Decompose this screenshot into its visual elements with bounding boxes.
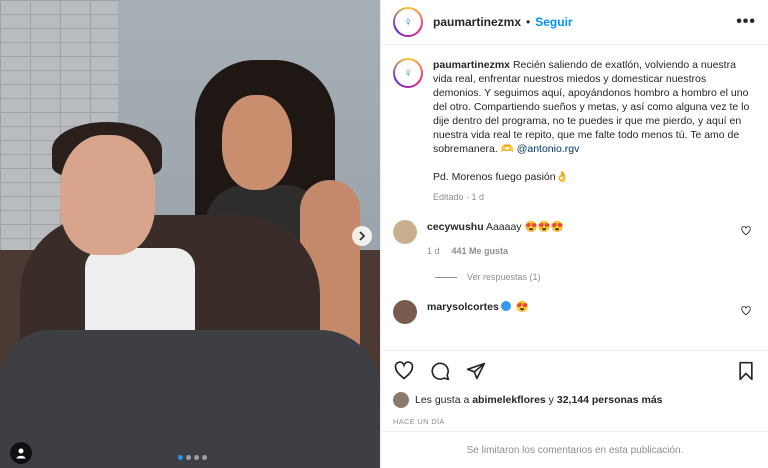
caption-ps: Pd. Morenos fuego pasión👌 [433,171,569,183]
carousel-dot [186,455,191,460]
share-icon[interactable] [465,360,487,382]
chevron-right-icon[interactable] [352,226,372,246]
follow-button[interactable]: Seguir [535,15,572,29]
view-replies-label[interactable]: Ver respuestas (1) [467,272,541,282]
post-actions [381,350,768,390]
post-time[interactable]: HACE UN DÍA [393,417,445,426]
comment-avatar[interactable] [393,220,417,244]
caption-body: Recién saliendo de exatlón, volviendo a … [433,59,750,155]
avatar-image: ♀ [395,9,421,35]
comment-like-heart-icon[interactable] [741,226,751,239]
carousel-indicator [178,455,207,460]
comment-text: 😍 [512,301,529,313]
liker-username[interactable]: abimelekflores [472,394,546,406]
comment-username[interactable]: marysolcortes [427,301,499,313]
caption: ♀ paumartinezmx Recién saliendo de exatl… [393,58,755,184]
comment-icon[interactable] [429,360,451,382]
comment-username[interactable]: cecywushu [427,221,484,233]
separator: • [526,15,531,29]
comment-body: marysolcortes 😍 [427,300,755,314]
caption-text: paumartinezmx Recién saliendo de exatlón… [433,58,755,184]
likes-summary: Les gusta a abimelekflores y 32,144 pers… [393,392,663,408]
caption-avatar[interactable]: ♀ [393,58,423,88]
likes-text: Les gusta a abimelekflores y 32,144 pers… [415,394,663,406]
user-tag-icon[interactable] [10,442,32,464]
carousel-dot [194,455,199,460]
caption-mention-link[interactable]: @antonio.rgv [517,143,580,155]
carousel-dot-active [178,455,183,460]
post-header: ♀ paumartinezmx • Seguir ••• [381,0,768,45]
liker-avatar[interactable] [393,392,409,408]
bookmark-icon[interactable] [735,360,757,382]
caption-username[interactable]: paumartinezmx [433,59,510,71]
avatar-image: ♀ [395,60,421,86]
likes-prefix: Les gusta a [415,394,473,406]
likes-middle: y [545,394,557,406]
man-jeans [0,330,380,468]
comment-body: cecywushu Aaaaay 😍😍😍 1 d 441 Me gusta [427,220,755,258]
comment-text: Aaaaay 😍😍😍 [483,221,564,233]
comments-section[interactable]: ♀ paumartinezmx Recién saliendo de exatl… [381,46,768,350]
likes-count[interactable]: 32,144 personas más [557,394,663,406]
replies-divider [435,276,457,278]
post-details-panel: ♀ paumartinezmx • Seguir ••• ♀ paumartin… [380,0,768,468]
comment-avatar[interactable] [393,300,417,324]
edited-timestamp: Editado · 1 d [433,192,485,202]
comments-limited-notice: Se limitaron los comentarios en esta pub… [381,431,768,468]
post-photo[interactable] [0,0,380,468]
heart-icon[interactable] [393,360,415,382]
header-username[interactable]: paumartinezmx [433,15,521,29]
comment-time: 1 d [427,246,440,256]
verified-badge [500,301,511,311]
woman-face [222,95,292,190]
carousel-dot [202,455,207,460]
view-replies-button[interactable]: Ver respuestas (1) [435,272,755,282]
man-face [60,135,155,255]
avatar[interactable]: ♀ [393,7,423,37]
comment-meta: 1 d 441 Me gusta [427,244,755,258]
comment-item: cecywushu Aaaaay 😍😍😍 1 d 441 Me gusta [393,220,755,258]
more-options-icon[interactable]: ••• [736,13,756,31]
comment-item: marysolcortes 😍 [393,300,755,324]
comment-like-heart-icon[interactable] [741,306,751,319]
comment-likes[interactable]: 441 Me gusta [452,244,509,258]
